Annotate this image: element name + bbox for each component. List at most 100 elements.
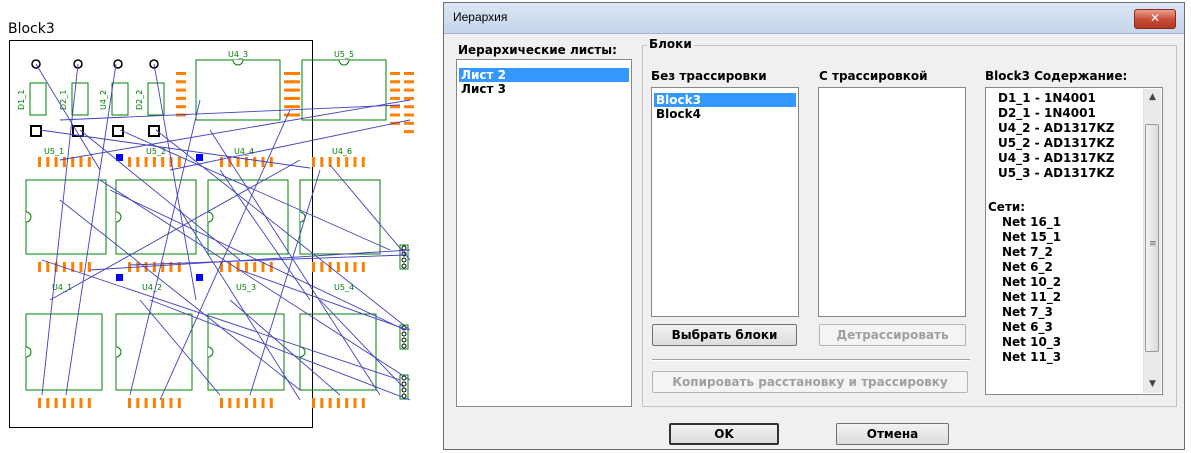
pad (54, 157, 58, 167)
component-outline (25, 179, 107, 255)
pad (176, 105, 186, 109)
component-label: D1_1 (17, 90, 26, 110)
pad (336, 398, 340, 408)
pcb-preview: U4_3 U5_5U5_1 U5_2 U4_4 U4_6U4_1 U4_2 U5_3 U5_4… (17, 50, 414, 408)
pad (152, 398, 156, 408)
pad (136, 157, 140, 167)
pad (236, 157, 240, 167)
pad (312, 262, 315, 272)
ratsnest-line (149, 299, 411, 401)
scroll-up-arrow-icon[interactable]: ▲ (1144, 89, 1161, 106)
ratsnest-line (109, 189, 406, 331)
component-label: U5_2 (146, 147, 166, 156)
component-notch (232, 59, 244, 66)
pad (404, 72, 414, 75)
contents-listbox[interactable]: D1_1 - 1N4001 D2_1 - 1N4001 U4_2 - AD131… (985, 87, 1163, 395)
pad (390, 113, 400, 117)
content-component: U5_3 - AD1317KZ (998, 166, 1115, 180)
pad (177, 157, 181, 167)
pad (169, 398, 173, 408)
copy-placement-button[interactable]: Копировать расстановку и трассировку (652, 371, 968, 393)
net-item: Net 11_3 (1002, 350, 1062, 364)
pad (345, 398, 349, 408)
sheet-item[interactable]: Лист 3 (459, 82, 629, 96)
block-item[interactable]: Block3 (654, 93, 796, 107)
ratsnest-line (41, 259, 401, 381)
dialog-title: Иерархия (453, 10, 508, 24)
content-component: D2_1 - 1N4001 (998, 106, 1096, 120)
untraced-listbox[interactable]: Block3 Block4 (651, 87, 799, 317)
pad (79, 157, 83, 167)
pad (253, 262, 257, 272)
cancel-button[interactable]: Отмена (836, 423, 949, 445)
pad (136, 398, 140, 408)
ratsnest-line (239, 269, 409, 331)
connector-pin (401, 331, 407, 337)
pad (176, 88, 186, 92)
sheets-listbox[interactable]: Лист 2 Лист 3 (456, 59, 632, 407)
content-component: U5_2 - AD1317KZ (998, 136, 1115, 150)
close-button[interactable]: ✕ (1134, 9, 1176, 29)
ratsnest-line (41, 63, 79, 396)
pad (404, 121, 414, 125)
pad (128, 157, 131, 167)
pad (320, 157, 324, 167)
net-item: Net 7_2 (1002, 245, 1053, 259)
pad (244, 398, 248, 408)
title-bar[interactable]: Иерархия ✕ (444, 3, 1184, 34)
component-label: U4_3 (228, 50, 248, 59)
select-blocks-button[interactable]: Выбрать блоки (652, 324, 797, 346)
block-item[interactable]: Block4 (654, 107, 796, 121)
ratsnest-line (179, 209, 301, 401)
pad (161, 398, 165, 408)
component-notch (207, 346, 214, 358)
net-item: Net 10_3 (1002, 335, 1062, 349)
component-outline (299, 313, 377, 391)
net-item: Net 15_1 (1002, 230, 1062, 244)
pad (290, 105, 300, 109)
pad (361, 398, 365, 408)
component-label: U5_4 (334, 283, 354, 292)
pad (290, 113, 300, 117)
connector-pin (401, 343, 407, 349)
component-notch (299, 346, 306, 358)
pad (261, 398, 265, 408)
component-label: U5_3 (236, 283, 256, 292)
component-notch (338, 59, 350, 66)
pad (404, 113, 414, 117)
connector-pin (401, 387, 407, 393)
scroll-thumb[interactable]: ≡ (1145, 124, 1159, 352)
pad (336, 262, 340, 272)
pad (353, 398, 357, 408)
hierarchy-dialog: Иерархия ✕ Иерархические листы: Лист 2 Л… (443, 2, 1185, 450)
pad (38, 262, 41, 272)
pad (220, 157, 223, 167)
connector-pin (401, 337, 407, 343)
pad (176, 80, 186, 84)
nets-label: Сети: (988, 200, 1026, 214)
detrace-button[interactable]: Детрассировать (819, 324, 966, 346)
pad (161, 157, 165, 167)
sheet-item[interactable]: Лист 2 (459, 68, 629, 82)
separator (652, 359, 970, 361)
content-component: U4_3 - AD1317KZ (998, 151, 1115, 165)
pad (71, 398, 75, 408)
pad (320, 262, 324, 272)
pad (328, 398, 332, 408)
pad (404, 105, 414, 109)
traced-listbox[interactable] (818, 87, 966, 317)
contents-scrollbar[interactable]: ▲ ≡ ▼ (1143, 89, 1161, 393)
net-item: Net 16_1 (1002, 215, 1062, 229)
ok-button[interactable]: OK (669, 423, 779, 445)
untraced-label: Без трассировки (651, 69, 767, 83)
component-label: U4_1 (52, 283, 72, 292)
pad (336, 157, 340, 167)
diode-outline (111, 82, 129, 116)
component-outline (299, 179, 381, 255)
scroll-down-arrow-icon[interactable]: ▼ (1144, 376, 1161, 393)
ratsnest-line (59, 199, 301, 391)
pad (176, 72, 186, 75)
diode-outline (147, 82, 165, 116)
connector-pin (401, 245, 407, 251)
pad (54, 398, 58, 408)
